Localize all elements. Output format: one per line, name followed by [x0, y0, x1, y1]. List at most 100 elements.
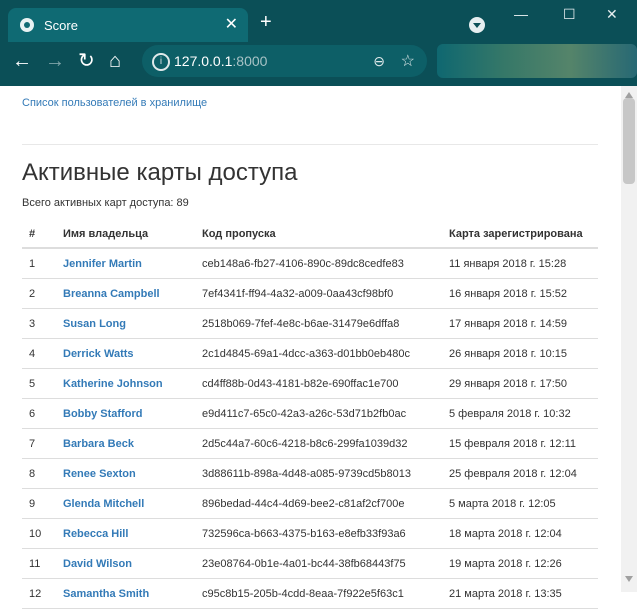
pass-code: 2518b069-7fef-4e8c-b6ae-31479e6dffa8 — [202, 308, 449, 339]
registration-date: 29 января 2018 г. 17:50 — [449, 368, 598, 399]
owner-name-link[interactable]: David Wilson — [63, 558, 132, 570]
row-number: 12 — [22, 578, 63, 609]
close-tab-icon[interactable]: ✕ — [225, 15, 238, 35]
favicon-icon — [20, 18, 34, 32]
reload-icon[interactable]: ↻ — [78, 51, 95, 71]
row-number: 2 — [22, 278, 63, 309]
scroll-down-icon[interactable] — [625, 576, 633, 582]
browser-tab[interactable]: Score ✕ — [8, 8, 248, 42]
owner-name-link[interactable]: Barbara Beck — [63, 438, 134, 450]
pass-code: 7ef4341f-ff94-4a32-a009-0aa43cf98bf0 — [202, 278, 449, 309]
registration-date: 17 января 2018 г. 14:59 — [449, 308, 598, 339]
table-header-row: # Имя владельца Код пропуска Карта зарег… — [22, 220, 598, 249]
column-header-registered: Карта зарегистрирована — [449, 220, 598, 249]
registration-date: 21 марта 2018 г. 13:35 — [449, 578, 598, 609]
home-icon[interactable]: ⌂ — [109, 51, 121, 71]
owner-cell: Breanna Campbell — [63, 278, 202, 309]
owner-name-link[interactable]: Glenda Mitchell — [63, 498, 144, 510]
forward-icon[interactable]: → — [45, 51, 65, 71]
url-text: 127.0.0.1:8000 — [174, 53, 268, 69]
table-row: 4 Derrick Watts 2c1d4845-69a1-4dcc-a363-d0… — [22, 338, 598, 369]
minimize-icon[interactable]: — — [514, 6, 528, 22]
vertical-scrollbar[interactable] — [621, 86, 637, 592]
registration-date: 5 марта 2018 г. 12:05 — [449, 488, 598, 519]
owner-name-link[interactable]: Katherine Johnson — [63, 378, 163, 390]
pass-code: 3d88611b-898a-4d48-a085-9739cd5b8013 — [202, 458, 449, 489]
registration-date: 26 января 2018 г. 10:15 — [449, 338, 598, 369]
table-row: 12 Samantha Smith c95c8b15-205b-4cdd-8eaa-… — [22, 578, 598, 609]
pass-code: 2d5c44a7-60c6-4218-b8c6-299fa1039d32 — [202, 428, 449, 459]
users-list-link[interactable]: Список пользователей в хранилище — [22, 97, 207, 109]
owner-cell: Renee Sexton — [63, 458, 202, 489]
extensions-area — [437, 44, 637, 78]
registration-date: 5 февраля 2018 г. 10:32 — [449, 398, 598, 429]
owner-cell: Rebecca Hill — [63, 518, 202, 549]
access-cards-table: # Имя владельца Код пропуска Карта зарег… — [22, 220, 598, 609]
registration-date: 11 января 2018 г. 15:28 — [449, 248, 598, 279]
owner-name-link[interactable]: Jennifer Martin — [63, 258, 142, 270]
owner-cell: David Wilson — [63, 548, 202, 579]
pass-code: 23e08764-0b1e-4a01-bc44-38fb68443f75 — [202, 548, 449, 579]
owner-name-link[interactable]: Breanna Campbell — [63, 288, 160, 300]
owner-name-link[interactable]: Bobby Stafford — [63, 408, 142, 420]
browser-chrome: Score ✕ + — ☐ ✕ ← → ↻ ⌂ i 127.0.0.1:8000… — [0, 0, 637, 86]
scroll-thumb[interactable] — [623, 98, 635, 184]
new-tab-icon[interactable]: + — [260, 12, 272, 32]
row-number: 7 — [22, 428, 63, 459]
registration-date: 18 марта 2018 г. 12:04 — [449, 518, 598, 549]
registration-date: 19 марта 2018 г. 12:26 — [449, 548, 598, 579]
bookmark-star-icon[interactable]: ☆ — [401, 51, 415, 71]
owner-cell: Derrick Watts — [63, 338, 202, 369]
registration-date: 15 февраля 2018 г. 12:11 — [449, 428, 598, 459]
registration-date: 16 января 2018 г. 15:52 — [449, 278, 598, 309]
table-row: 1 Jennifer Martin ceb148a6-fb27-4106-890c-… — [22, 248, 598, 279]
pass-code: c95c8b15-205b-4cdd-8eaa-7f922e5f63c1 — [202, 578, 449, 609]
table-row: 2 Breanna Campbell 7ef4341f-ff94-4a32-a009… — [22, 278, 598, 309]
pass-code: cd4ff88b-0d43-4181-b82e-690ffac1e700 — [202, 368, 449, 399]
maximize-icon[interactable]: ☐ — [563, 6, 576, 23]
owner-name-link[interactable]: Susan Long — [63, 318, 126, 330]
table-row: 8 Renee Sexton 3d88611b-898a-4d48-a085-973… — [22, 458, 598, 489]
column-header-code: Код пропуска — [202, 220, 449, 249]
table-row: 5 Katherine Johnson cd4ff88b-0d43-4181-b82… — [22, 368, 598, 399]
owner-name-link[interactable]: Rebecca Hill — [63, 528, 128, 540]
owner-name-link[interactable]: Samantha Smith — [63, 588, 149, 600]
pass-code: 2c1d4845-69a1-4dcc-a363-d01bb0eb480c — [202, 338, 449, 369]
back-icon[interactable]: ← — [12, 51, 32, 71]
row-number: 6 — [22, 398, 63, 429]
owner-cell: Katherine Johnson — [63, 368, 202, 399]
owner-cell: Susan Long — [63, 308, 202, 339]
owner-name-link[interactable]: Derrick Watts — [63, 348, 134, 360]
pass-code: e9d411c7-65c0-42a3-a26c-53d71b2fb0ac — [202, 398, 449, 429]
zoom-icon[interactable]: ⊖ — [373, 53, 385, 70]
registration-date: 25 февраля 2018 г. 12:04 — [449, 458, 598, 489]
total-active-cards: Всего активных карт доступа: 89 — [22, 197, 189, 209]
table-row: 9 Glenda Mitchell 896bedad-44c4-4d69-bee2-… — [22, 488, 598, 519]
info-icon[interactable]: i — [152, 53, 170, 71]
pass-code: 896bedad-44c4-4d69-bee2-c81af2cf700e — [202, 488, 449, 519]
row-number: 10 — [22, 518, 63, 549]
column-header-number: # — [22, 220, 63, 249]
owner-name-link[interactable]: Renee Sexton — [63, 468, 136, 480]
address-bar[interactable]: i 127.0.0.1:8000 ⊖ ☆ — [142, 45, 427, 77]
owner-cell: Barbara Beck — [63, 428, 202, 459]
column-header-owner: Имя владельца — [63, 220, 202, 249]
row-number: 9 — [22, 488, 63, 519]
row-number: 8 — [22, 458, 63, 489]
row-number: 3 — [22, 308, 63, 339]
row-number: 4 — [22, 338, 63, 369]
pass-code: 732596ca-b663-4375-b163-e8efb33f93a6 — [202, 518, 449, 549]
row-number: 1 — [22, 248, 63, 279]
owner-cell: Jennifer Martin — [63, 248, 202, 279]
row-number: 11 — [22, 548, 63, 579]
table-row: 6 Bobby Stafford e9d411c7-65c0-42a3-a26c-5… — [22, 398, 598, 429]
window-close-icon[interactable]: ✕ — [606, 6, 618, 23]
table-row: 7 Barbara Beck 2d5c44a7-60c6-4218-b8c6-299… — [22, 428, 598, 459]
owner-cell: Samantha Smith — [63, 578, 202, 609]
pass-code: ceb148a6-fb27-4106-890c-89dc8cedfe83 — [202, 248, 449, 279]
table-row: 3 Susan Long 2518b069-7fef-4e8c-b6ae-31479… — [22, 308, 598, 339]
row-number: 5 — [22, 368, 63, 399]
table-row: 11 David Wilson 23e08764-0b1e-4a01-bc44-38… — [22, 548, 598, 579]
tab-search-icon[interactable] — [469, 17, 485, 33]
owner-cell: Glenda Mitchell — [63, 488, 202, 519]
